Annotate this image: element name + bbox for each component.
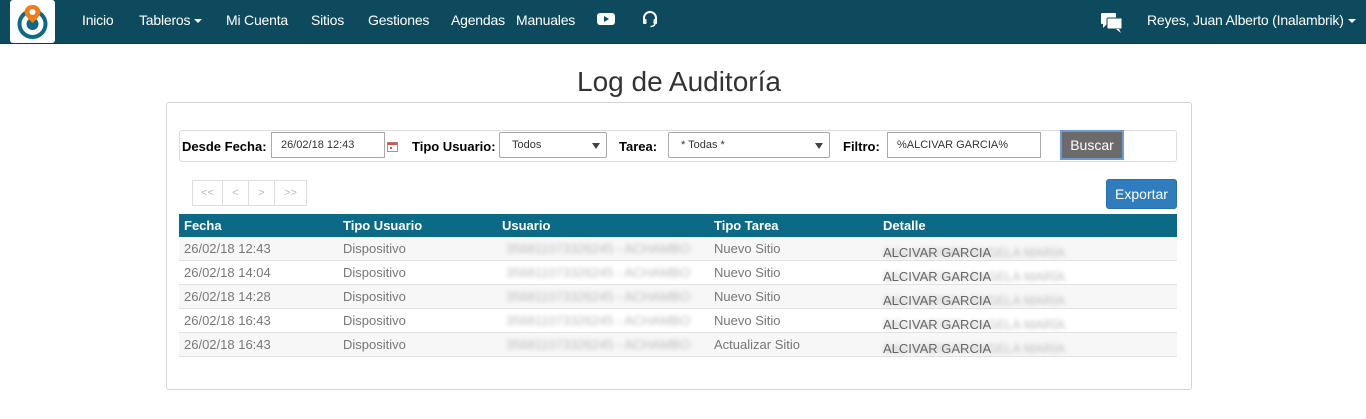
table-row[interactable]: 26/02/18 16:43 Dispositivo 3568110733262…	[179, 333, 1177, 357]
table-row[interactable]: 26/02/18 12:43 Dispositivo 3568110733262…	[179, 237, 1177, 261]
cell-usuario: 356811073326245 - ACHAMBO	[506, 265, 691, 280]
detalle-name: ALCIVAR GARCIA	[883, 293, 992, 308]
buscar-button[interactable]: Buscar	[1060, 130, 1124, 160]
tarea-label: Tarea:	[619, 139, 658, 154]
location-pin-logo-icon	[17, 5, 48, 39]
cell-fecha: 26/02/18 12:43	[184, 241, 271, 256]
top-navbar: Inicio Tableros Mi Cuenta Sitios Gestion…	[0, 0, 1366, 44]
caret-down-icon	[1347, 19, 1356, 24]
table-header: Fecha Tipo Usuario Usuario Tipo Tarea De…	[179, 214, 1177, 237]
nav-item-manuales[interactable]: Manuales	[516, 12, 575, 28]
filtro-label: Filtro:	[843, 139, 880, 154]
table-row[interactable]: 26/02/18 14:28 Dispositivo 3568110733262…	[179, 285, 1177, 309]
desde-fecha-input[interactable]: 26/02/18 12:43	[271, 132, 385, 158]
chat-icon[interactable]	[1101, 13, 1123, 38]
cell-usuario: 356811073326245 - ACHAMBO	[506, 337, 691, 352]
column-header-usuario[interactable]: Usuario	[502, 218, 550, 233]
calendar-icon[interactable]	[387, 139, 398, 157]
app-logo[interactable]	[10, 0, 55, 43]
column-header-tipo-usuario[interactable]: Tipo Usuario	[343, 218, 422, 233]
cell-tipo-tarea: Nuevo Sitio	[714, 289, 781, 304]
cell-usuario: 356811073326245 - ACHAMBO	[506, 241, 691, 256]
pagination: << < > >>	[192, 180, 307, 206]
nav-item-inicio[interactable]: Inicio	[82, 12, 114, 28]
detalle-name: ALCIVAR GARCIA	[883, 245, 992, 260]
nav-item-tableros[interactable]: Tableros	[139, 12, 203, 28]
exportar-button[interactable]: Exportar	[1106, 179, 1177, 209]
tarea-value: * Todas *	[681, 139, 725, 151]
filtro-input[interactable]: %ALCIVAR GARCIA%	[887, 132, 1041, 158]
cell-tipo-tarea: Actualizar Sitio	[714, 337, 800, 352]
detalle-name: ALCIVAR GARCIA	[883, 317, 992, 332]
table-row[interactable]: 26/02/18 14:04 Dispositivo 3568110733262…	[179, 261, 1177, 285]
caret-down-icon	[194, 19, 203, 24]
nav-item-agendas[interactable]: Agendas	[451, 12, 505, 28]
tipo-usuario-label: Tipo Usuario:	[412, 139, 496, 154]
table-row[interactable]: 26/02/18 16:43 Dispositivo 3568110733262…	[179, 309, 1177, 333]
prev-page-button[interactable]: <	[222, 180, 249, 206]
column-header-tipo-tarea[interactable]: Tipo Tarea	[714, 218, 779, 233]
detalle-name: ALCIVAR GARCIA	[883, 341, 992, 356]
user-menu[interactable]: Reyes, Juan Alberto (Inalambrik)	[1147, 12, 1356, 28]
column-header-fecha[interactable]: Fecha	[184, 218, 222, 233]
cell-tipo-usuario: Dispositivo	[343, 313, 406, 328]
last-page-button[interactable]: >>	[274, 180, 307, 206]
page-title: Log de Auditoría	[577, 66, 781, 97]
cell-tipo-usuario: Dispositivo	[343, 265, 406, 280]
nav-item-mi-cuenta[interactable]: Mi Cuenta	[226, 12, 288, 28]
nav-item-tableros-label: Tableros	[139, 12, 191, 28]
next-page-button[interactable]: >	[248, 180, 275, 206]
cell-usuario: 356811073326245 - ACHAMBO	[506, 313, 691, 328]
cell-tipo-tarea: Nuevo Sitio	[714, 265, 781, 280]
desde-fecha-label: Desde Fecha:	[182, 139, 267, 154]
youtube-icon[interactable]	[597, 12, 615, 31]
chevron-down-icon	[815, 143, 823, 149]
tarea-select[interactable]: * Todas *	[668, 132, 830, 158]
first-page-button[interactable]: <<	[192, 180, 223, 206]
cell-fecha: 26/02/18 14:28	[184, 289, 271, 304]
cell-fecha: 26/02/18 16:43	[184, 313, 271, 328]
nav-item-sitios[interactable]: Sitios	[311, 12, 344, 28]
column-header-detalle[interactable]: Detalle	[883, 218, 926, 233]
user-name: Reyes, Juan Alberto (Inalambrik)	[1147, 12, 1344, 28]
cell-tipo-usuario: Dispositivo	[343, 289, 406, 304]
cell-fecha: 26/02/18 16:43	[184, 337, 271, 352]
detalle-name: ALCIVAR GARCIA	[883, 269, 992, 284]
cell-tipo-usuario: Dispositivo	[343, 337, 406, 352]
nav-item-gestiones[interactable]: Gestiones	[368, 12, 429, 28]
cell-fecha: 26/02/18 14:04	[184, 265, 271, 280]
cell-usuario: 356811073326245 - ACHAMBO	[506, 289, 691, 304]
cell-tipo-tarea: Nuevo Sitio	[714, 241, 781, 256]
cell-tipo-usuario: Dispositivo	[343, 241, 406, 256]
tipo-usuario-select[interactable]: Todos	[499, 132, 607, 158]
cell-tipo-tarea: Nuevo Sitio	[714, 313, 781, 328]
chevron-down-icon	[592, 143, 600, 149]
tipo-usuario-value: Todos	[512, 139, 542, 151]
headset-icon[interactable]	[641, 10, 659, 33]
